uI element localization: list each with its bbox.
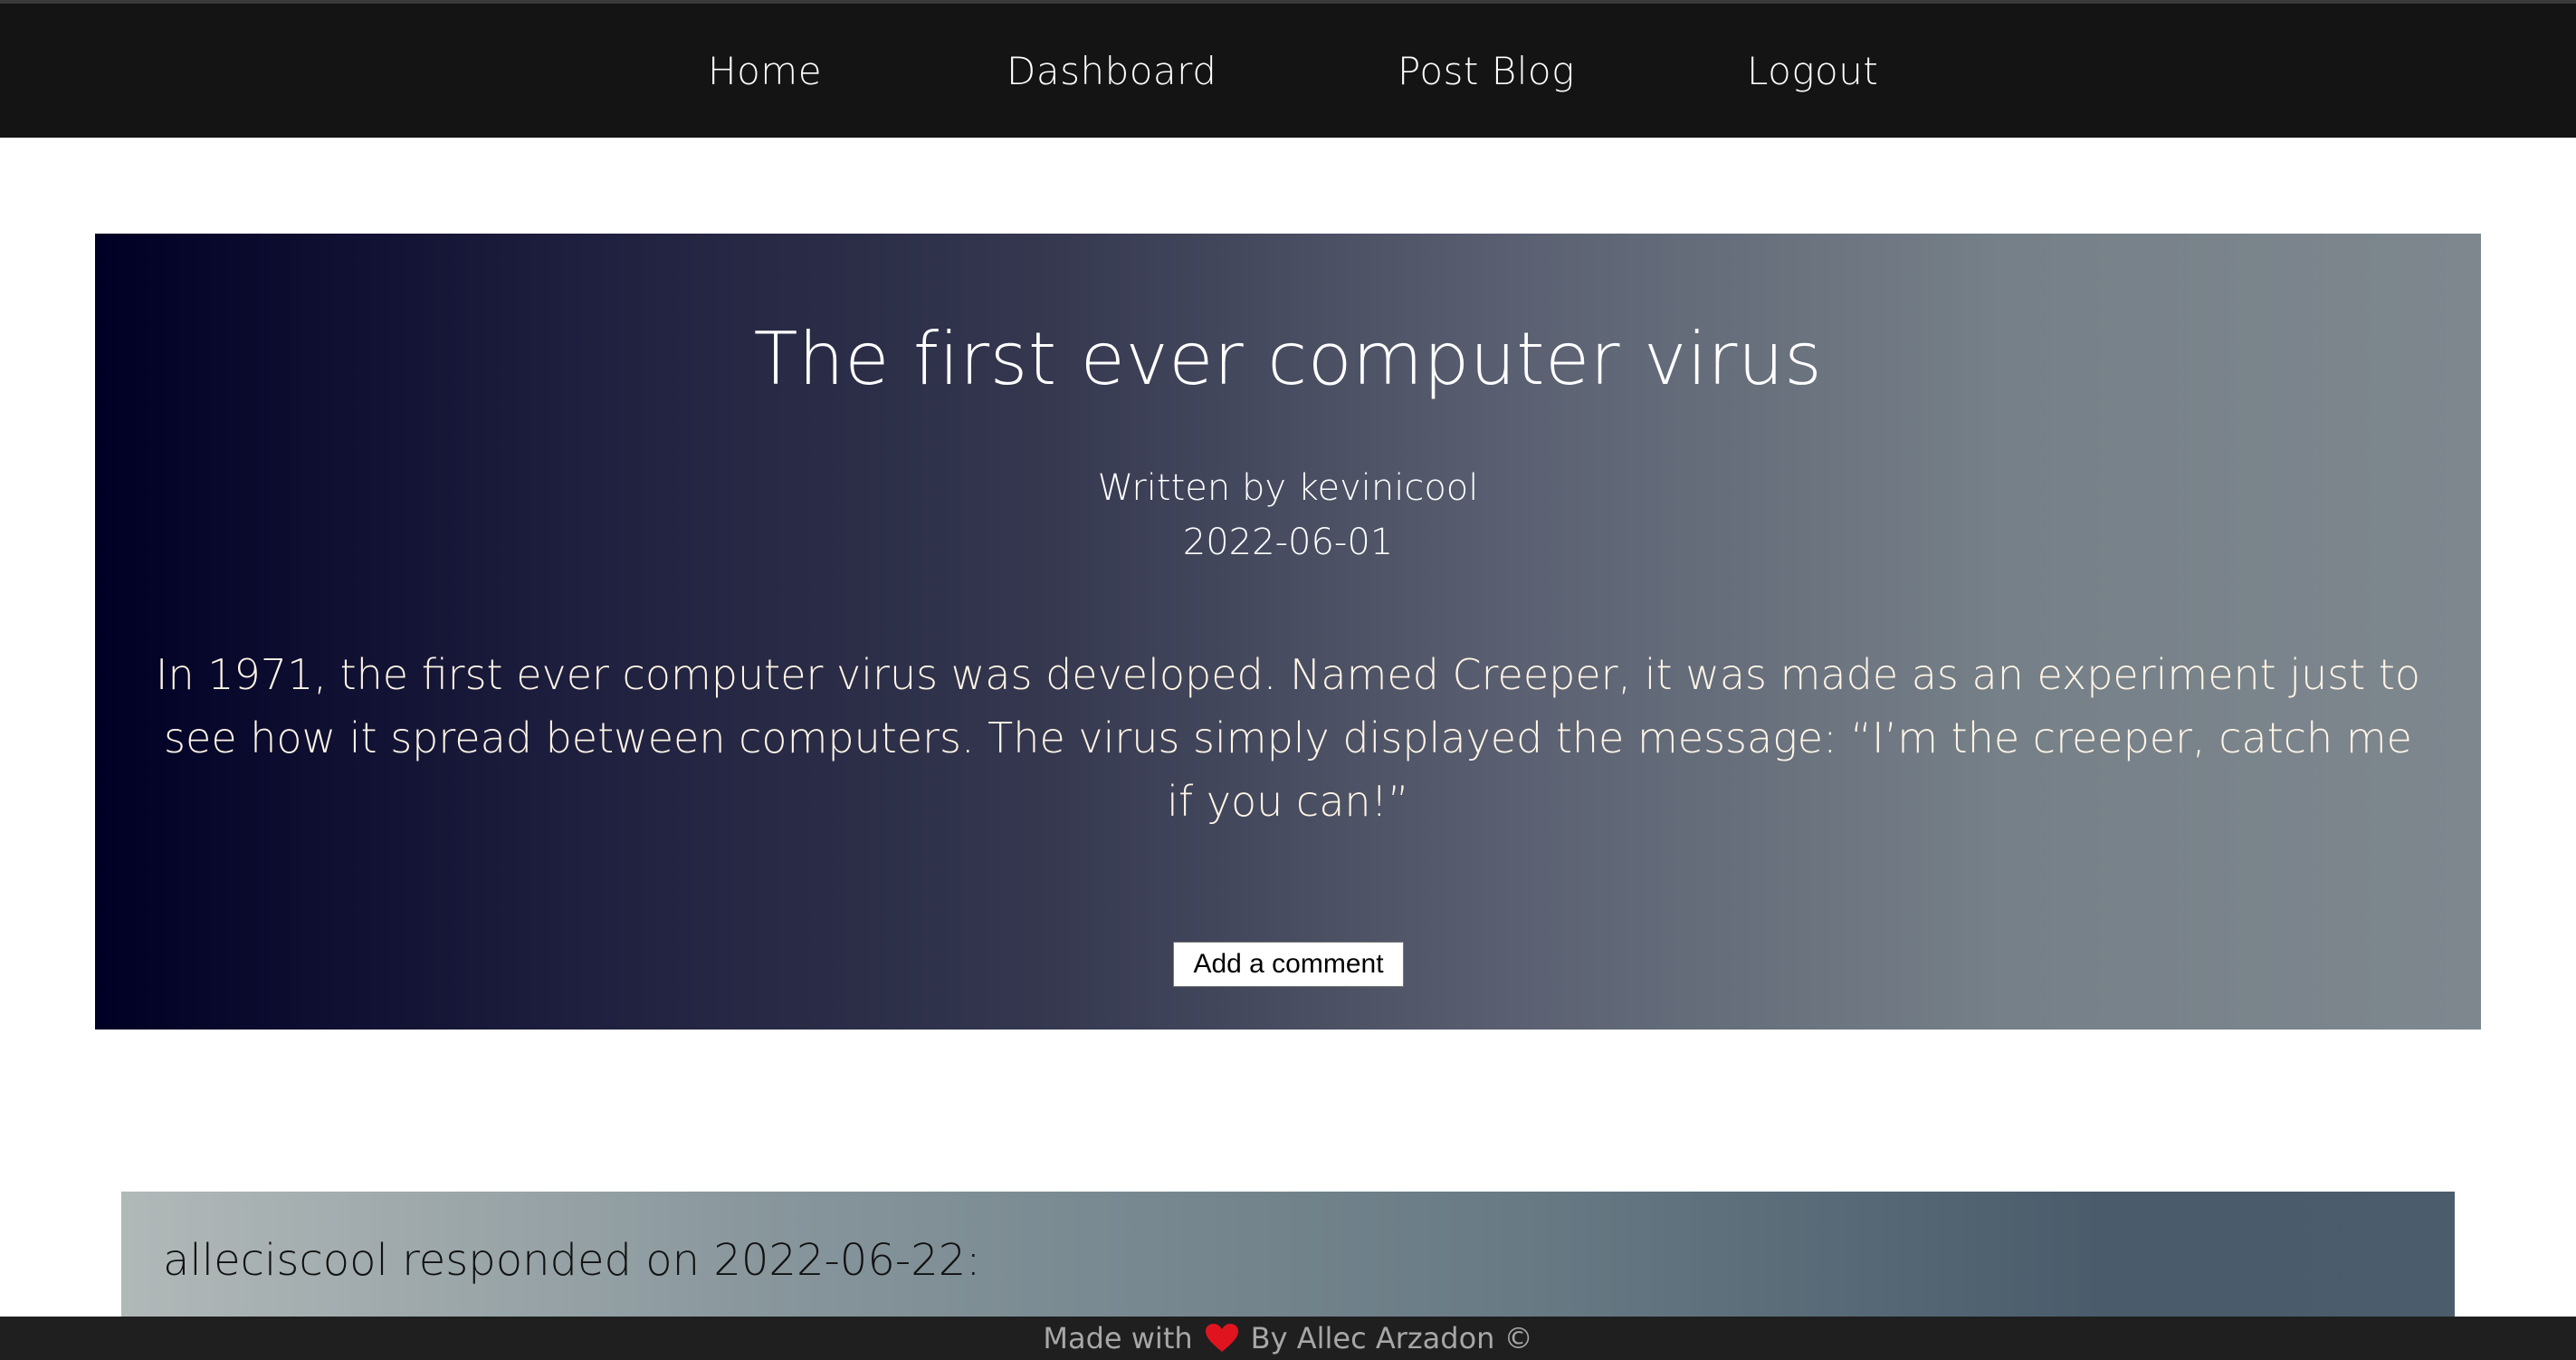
top-navbar: Home Dashboard Post Blog Logout [0, 0, 2576, 138]
post-author: Written by kevinicool [1097, 467, 1479, 509]
heart-shape [1205, 1324, 1238, 1352]
post-date: 2022-06-01 [1182, 522, 1394, 563]
heart-icon [1205, 1324, 1238, 1353]
add-comment-button[interactable]: Add a comment [1173, 942, 1404, 987]
nav-post-blog-link[interactable]: Post Blog [1398, 49, 1575, 93]
nav-logout-link[interactable]: Logout [1747, 49, 1878, 93]
footer-made-with: Made with [1043, 1321, 1193, 1355]
blog-post-card: The first ever computer virus Written by… [95, 234, 2481, 1030]
post-body: In 1971, the first ever computer virus w… [155, 650, 2421, 826]
comment-card: alleciscool responded on 2022-06-22: [121, 1192, 2455, 1336]
footer-author: By Allec Arzadon © [1250, 1321, 1533, 1355]
comment-header: alleciscool responded on 2022-06-22: [163, 1235, 981, 1286]
footer: Made with By Allec Arzadon © [0, 1317, 2576, 1360]
nav-home-link[interactable]: Home [708, 49, 822, 93]
post-title: The first ever computer virus [753, 317, 1823, 401]
nav-dashboard-link[interactable]: Dashboard [1007, 49, 1216, 93]
